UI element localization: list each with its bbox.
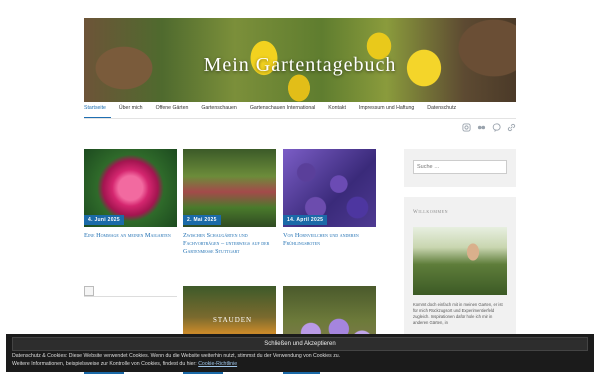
pinterest-icon[interactable] [492,123,501,132]
cookie-more-info-text: Weitere Informationen, beispielsweise zu… [12,361,199,367]
post-card[interactable]: 4. Juni 2025 Eine Hommage an meinen Maig… [84,149,177,240]
welcome-widget: Willkommen Kommt doch einfach mit in mei… [404,197,516,337]
cookie-policy-link[interactable]: Cookie-Richtlinie [198,361,237,367]
post-title[interactable]: Eine Hommage an meinen Maigarten [84,232,177,240]
post-thumbnail[interactable]: 4. Juni 2025 [84,149,177,227]
post-thumbnail-broken[interactable] [84,286,177,297]
post-title[interactable]: Zwischen Schaugärten und Fachvorträgen –… [183,232,276,256]
post-card[interactable]: 14. April 2025 Von Hornveilchen und ande… [283,149,376,248]
post-date[interactable]: 4. Juni 2025 [84,215,124,225]
social-links [462,123,516,132]
post-title[interactable]: Von Hornveilchen und anderen Frühlingsbo… [283,232,376,248]
instagram-icon[interactable] [462,123,471,132]
thumbnail-caption: STAUDEN [213,316,253,324]
site-header[interactable]: Mein Gartentagebuch [84,18,516,102]
nav-offene-gaerten[interactable]: Offene Gärten [156,104,194,118]
nav-startseite[interactable]: Startseite [84,104,111,118]
post-card[interactable]: 2. Mai 2025 Zwischen Schaugärten und Fac… [183,149,276,256]
post-date[interactable]: 2. Mai 2025 [183,215,221,225]
nav-ueber-mich[interactable]: Über mich [119,104,148,118]
accept-cookies-button[interactable]: Schließen und Akzeptieren [12,337,588,351]
welcome-text: Kommt doch einfach mit in meinen Garten,… [413,302,503,325]
widget-heading: Willkommen [413,210,449,215]
link-icon[interactable] [507,123,516,132]
nav-gartenschauen[interactable]: Gartenschauen [201,104,241,118]
search-widget [404,149,516,187]
nav-gartenschauen-international[interactable]: Gartenschauen International [250,104,320,118]
post-date[interactable]: 14. April 2025 [283,215,328,225]
flickr-icon[interactable] [477,123,486,132]
site-title[interactable]: Mein Gartentagebuch [84,54,516,77]
nav-datenschutz[interactable]: Datenschutz [427,104,461,118]
page: Mein Gartentagebuch Startseite Über mich… [84,0,516,375]
broken-image-icon [84,286,94,296]
nav-impressum[interactable]: Impressum und Haftung [359,104,419,118]
author-photo [413,227,507,295]
cookie-banner: Schließen und Akzeptieren Datenschutz & … [6,334,594,372]
nav-divider [84,118,516,119]
post-thumbnail[interactable]: 2. Mai 2025 [183,149,276,227]
cookie-more-info: Weitere Informationen, beispielsweise zu… [12,361,237,367]
search-input[interactable] [413,160,507,174]
main-navigation: Startseite Über mich Offene Gärten Garte… [84,104,469,118]
cookie-notice-text: Datenschutz & Cookies: Diese Website ver… [12,353,341,359]
nav-kontakt[interactable]: Kontakt [328,104,351,118]
post-thumbnail[interactable]: 14. April 2025 [283,149,376,227]
